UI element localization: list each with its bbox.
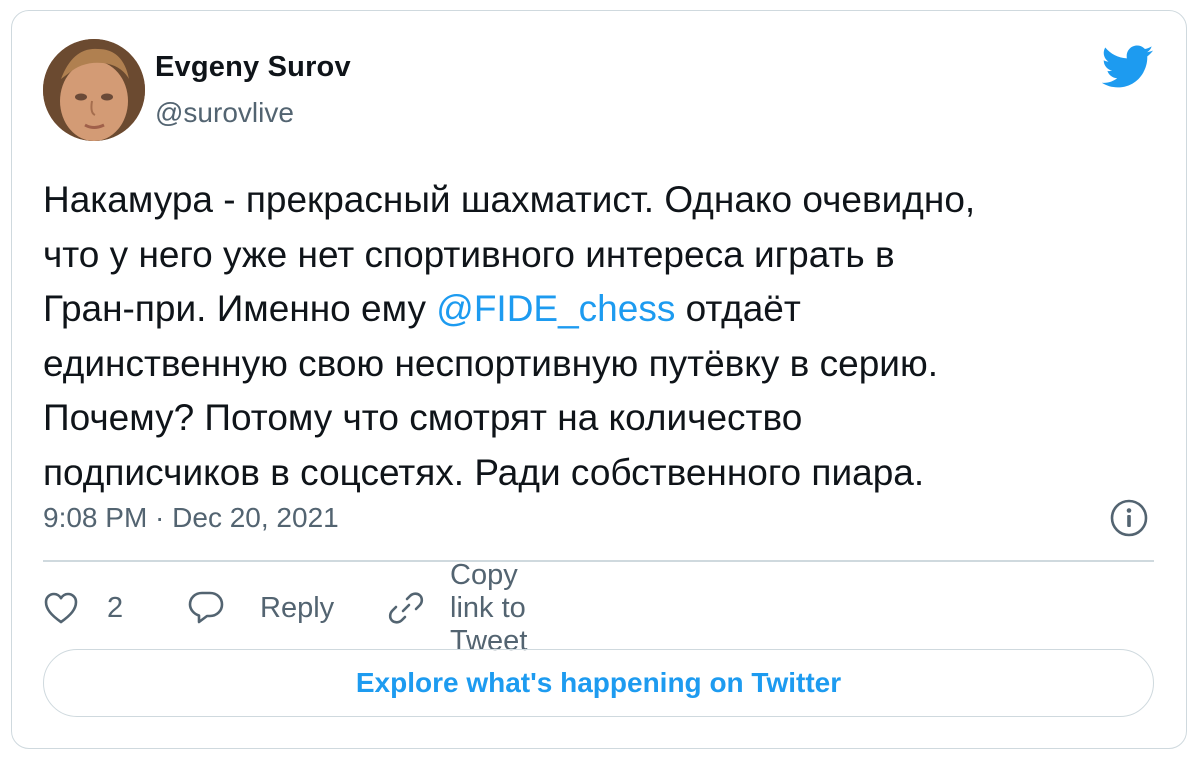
- explore-button[interactable]: Explore what's happening on Twitter: [43, 649, 1154, 717]
- divider: [43, 560, 1154, 562]
- tweet-line: Гран-при. Именно ему @FIDE_chess отдаёт: [43, 282, 1153, 337]
- mention-link[interactable]: @FIDE_chess: [436, 288, 675, 329]
- avatar[interactable]: [43, 39, 145, 141]
- tweet-text-segment: Гран-при. Именно ему: [43, 288, 437, 329]
- tweet-line: что у него уже нет спортивного интереса …: [43, 233, 895, 275]
- link-icon: [386, 588, 426, 628]
- tweet-card: Evgeny Surov @surovlive Накамура - прекр…: [11, 10, 1187, 749]
- tweet-timestamp[interactable]: 9:08 PM · Dec 20, 2021: [43, 502, 339, 534]
- like-count: 2: [107, 591, 124, 624]
- reply-label: Reply: [260, 591, 335, 624]
- like-button[interactable]: 2: [43, 583, 123, 633]
- tweet-line: Накамура - прекрасный шахматист. Однако …: [43, 179, 976, 220]
- heart-icon: [43, 591, 79, 625]
- tweet-line: подписчиков в соцсетях. Ради собственног…: [43, 451, 925, 493]
- tweet-text: Накамура - прекрасный шахматист. Однако …: [43, 173, 1153, 500]
- copy-link-button[interactable]: Copy link to Tweet: [386, 559, 527, 657]
- tweet-line: единственную свою неспортивную путёвку в…: [43, 342, 938, 384]
- author-name[interactable]: Evgeny Surov: [155, 51, 351, 84]
- copy-link-label: Copy link to Tweet: [450, 558, 528, 657]
- info-icon[interactable]: [1109, 498, 1149, 538]
- tweet-line: Почему? Потому что смотрят на количество: [43, 397, 803, 438]
- speech-bubble-icon: [187, 590, 225, 626]
- tweet-text-segment: отдаёт: [675, 288, 801, 329]
- reply-button[interactable]: Reply: [187, 583, 334, 633]
- twitter-bird-icon[interactable]: [1101, 45, 1154, 89]
- author-handle[interactable]: @surovlive: [155, 97, 294, 129]
